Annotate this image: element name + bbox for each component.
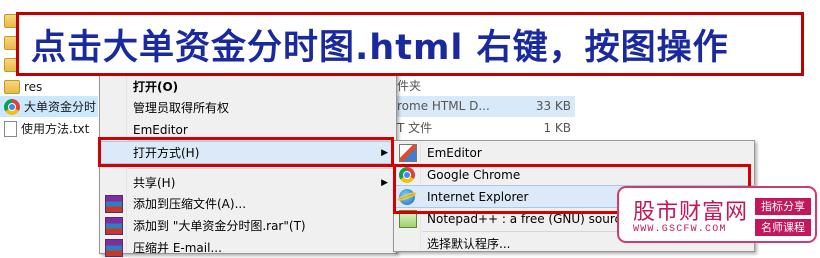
file-meta-selected: rome HTML D... 33 KB [397,96,575,117]
menu-separator [128,168,394,169]
menu-item-label: Internet Explorer [427,189,529,204]
menu-item-add-to-archive[interactable]: 添加到压缩文件(A)... [100,193,396,214]
folder-icon [4,79,20,94]
menu-item-label: 选择默认程序... [427,237,511,251]
menu-item-label: 添加到 "大单资金分时图.rar"(T) [133,219,306,233]
watermark-url: WWW.GSCFW.COM [633,224,727,235]
menu-item-label: 打开方式(H) [133,146,200,160]
file-type: T 文件 [397,121,433,135]
file-name: res [24,79,43,94]
menu-item-compress-email[interactable]: 压缩并 E-mail... [100,237,396,258]
menu-item-open[interactable]: 打开(O) [100,76,396,97]
menu-item-take-ownership[interactable]: 管理员取得所有权 [100,97,396,118]
submenu-arrow-icon: ▶ [381,147,388,158]
menu-item-label: EmEditor [427,145,482,160]
text-file-icon [4,120,17,137]
file-name: 使用方法.txt [21,122,90,136]
watermark-logo: 股市财富网 WWW.GSCFW.COM 指标分享 名师课程 [617,186,817,243]
file-size: 33 KB [535,99,571,113]
file-row[interactable]: res [0,76,98,97]
winrar-icon [105,194,123,213]
context-menu: 打开(O) 管理员取得所有权 EmEditor 打开方式(H) ▶ 共享(H) … [99,72,397,257]
menu-item-label: 管理员取得所有权 [133,101,230,115]
emeditor-icon [399,143,417,162]
chrome-icon [399,166,415,183]
banner-text: 点击大单资金分时图.html 右键，按图操作 [31,27,729,68]
file-size: 1 KB [543,121,571,135]
open-with-emeditor[interactable]: EmEditor [394,142,754,163]
menu-item-share[interactable]: 共享(H) ▶ [100,172,396,193]
notepadpp-icon [399,209,417,228]
file-name: 大单资金分时 [24,100,97,114]
watermark-title: 股市财富网 [633,200,749,225]
menu-item-label: 共享(H) [133,176,176,190]
file-row-selected[interactable]: 大单资金分时 [0,96,98,117]
file-row[interactable]: 使用方法.txt [0,118,98,139]
file-type: 件夹 [397,79,422,93]
chrome-icon [4,98,20,115]
file-meta: T 文件 1 KB [397,118,575,139]
menu-item-label: 压缩并 E-mail... [133,241,222,255]
menu-item-label: Google Chrome [427,167,521,182]
file-type: rome HTML D... [397,99,490,113]
internet-explorer-icon [399,188,415,205]
menu-item-open-with[interactable]: 打开方式(H) ▶ [99,141,397,164]
menu-item-label: 打开(O) [133,80,179,94]
winrar-icon [105,216,123,235]
menu-item-emeditor[interactable]: EmEditor [100,119,396,140]
menu-separator [128,140,394,141]
menu-item-label: EmEditor [133,122,188,137]
menu-item-label: Notepad++ : a free (GNU) source [427,211,629,226]
submenu-arrow-icon: ▶ [381,177,388,188]
winrar-icon [105,238,123,257]
instruction-banner: 点击大单资金分时图.html 右键，按图操作 [16,12,804,76]
menu-item-label: 添加到压缩文件(A)... [133,197,247,211]
open-with-chrome[interactable]: Google Chrome [394,164,754,185]
watermark-tag: 指标分享 [755,198,811,215]
watermark-tag: 名师课程 [755,219,811,236]
menu-item-add-to-rar[interactable]: 添加到 "大单资金分时图.rar"(T) [100,215,396,236]
